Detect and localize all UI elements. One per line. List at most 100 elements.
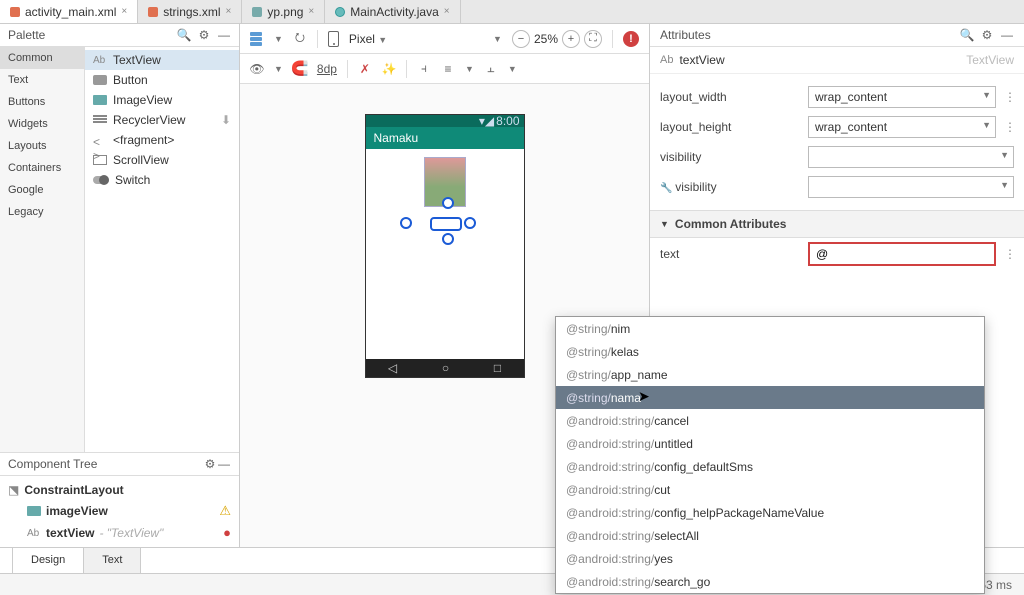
attributes-title: Attributes: [660, 28, 954, 42]
palette-category[interactable]: Google: [0, 179, 84, 201]
autocomplete-item[interactable]: @string/app_name: [556, 363, 984, 386]
infer-constraints-icon[interactable]: ✨: [382, 62, 396, 76]
close-icon[interactable]: ×: [121, 6, 127, 17]
palette-widgets: AbTextViewButtonImageViewRecyclerView⬇< …: [85, 47, 239, 452]
surface-select-icon[interactable]: [250, 32, 264, 46]
minimize-icon[interactable]: —: [217, 28, 231, 42]
palette-category[interactable]: Widgets: [0, 113, 84, 135]
attr-label: text: [660, 247, 800, 261]
gear-icon[interactable]: ⚙: [203, 457, 217, 471]
tree-node[interactable]: AbtextView - "TextView"●: [0, 522, 239, 543]
autocomplete-item[interactable]: @android:string/yes: [556, 547, 984, 570]
attr-row: visibility ▼: [650, 142, 1024, 172]
text-input[interactable]: [808, 242, 996, 266]
tree-node[interactable]: imageView⚠: [0, 500, 239, 522]
close-icon[interactable]: ×: [226, 6, 232, 17]
attributes-header: Attributes 🔍 ⚙ —: [650, 24, 1024, 47]
error-badge-icon[interactable]: !: [623, 31, 639, 47]
attr-label: 🔧 visibility: [660, 180, 800, 194]
chevron-down-icon[interactable]: ▼: [1000, 180, 1009, 190]
palette-header: Palette 🔍 ⚙ —: [0, 24, 239, 47]
tree-node[interactable]: ⬔ConstraintLayout: [0, 480, 239, 500]
chevron-down-icon: ▼: [660, 219, 669, 229]
chevron-down-icon[interactable]: ▼: [982, 90, 991, 100]
autocomplete-item[interactable]: @android:string/search_go: [556, 570, 984, 593]
chevron-down-icon[interactable]: ▼: [274, 34, 283, 44]
palette-item[interactable]: ImageView: [85, 90, 239, 110]
autocomplete-item[interactable]: @android:string/untitled: [556, 432, 984, 455]
palette-categories: CommonTextButtonsWidgetsLayoutsContainer…: [0, 47, 85, 452]
phone-content[interactable]: [366, 149, 524, 359]
autocomplete-item[interactable]: @android:string/cut: [556, 478, 984, 501]
autocomplete-item[interactable]: @android:string/cancel: [556, 409, 984, 432]
minimize-icon[interactable]: —: [1000, 28, 1014, 42]
palette-category[interactable]: Containers: [0, 157, 84, 179]
img-icon: [93, 95, 107, 105]
align-icon[interactable]: ≡: [441, 62, 455, 76]
palette-category[interactable]: Common: [0, 47, 84, 69]
palette-item[interactable]: < ><fragment>: [85, 130, 239, 150]
tab-text[interactable]: Text: [84, 547, 141, 573]
palette-title: Palette: [8, 28, 171, 42]
attr-input[interactable]: ▼: [808, 146, 1014, 168]
autocomplete-item[interactable]: @android:string/config_helpPackageNameVa…: [556, 501, 984, 524]
file-tab[interactable]: MainActivity.java×: [325, 0, 460, 23]
zoom-in-button[interactable]: +: [562, 30, 580, 48]
search-icon[interactable]: 🔍: [960, 28, 974, 42]
zoom-fit-button[interactable]: ⛶: [584, 30, 602, 48]
close-icon[interactable]: ×: [308, 6, 314, 17]
chevron-down-icon[interactable]: ▼: [1000, 150, 1009, 160]
orientation-icon[interactable]: ⭮: [293, 32, 307, 46]
close-icon[interactable]: ×: [444, 6, 450, 17]
attr-input[interactable]: wrap_content▼: [808, 86, 996, 108]
palette-item[interactable]: AbTextView: [85, 50, 239, 70]
palette-item[interactable]: Button: [85, 70, 239, 90]
autocomplete-item[interactable]: @android:string/selectAll: [556, 524, 984, 547]
default-margin[interactable]: 8dp: [317, 62, 337, 76]
more-icon[interactable]: ⋮: [1004, 120, 1014, 134]
search-icon[interactable]: 🔍: [177, 28, 191, 42]
clear-constraints-icon[interactable]: ✗: [358, 62, 372, 76]
design-toolbar: ▼ ⭮ Pixel ▼ ▼ − 25% + ⛶ !: [240, 24, 649, 54]
palette-category[interactable]: Buttons: [0, 91, 84, 113]
attr-label: layout_width: [660, 90, 800, 104]
attr-input[interactable]: ▼: [808, 176, 1014, 198]
device-selector[interactable]: Pixel ▼: [349, 32, 387, 46]
minimize-icon[interactable]: —: [217, 457, 231, 471]
error-icon[interactable]: ●: [223, 525, 231, 540]
gear-icon[interactable]: ⚙: [197, 28, 211, 42]
phone-status-bar: ▾◢8:00: [366, 115, 524, 127]
attr-label: visibility: [660, 150, 800, 164]
palette-item[interactable]: ScrollView: [85, 150, 239, 170]
editor-tabs: activity_main.xml×strings.xml×yp.png×Mai…: [0, 0, 1024, 24]
autocomplete-item[interactable]: @android:string/config_defaultSms: [556, 455, 984, 478]
gear-icon[interactable]: ⚙: [980, 28, 994, 42]
palette-category[interactable]: Legacy: [0, 201, 84, 223]
file-tab[interactable]: activity_main.xml×: [0, 0, 138, 23]
attr-input[interactable]: wrap_content▼: [808, 116, 996, 138]
warning-icon[interactable]: ⚠: [219, 503, 231, 519]
common-attributes-section[interactable]: ▼ Common Attributes: [650, 210, 1024, 238]
magnet-icon[interactable]: 🧲: [293, 62, 307, 76]
palette-category[interactable]: Text: [0, 69, 84, 91]
chevron-down-icon[interactable]: ▼: [982, 120, 991, 130]
chevron-down-icon[interactable]: ▼: [493, 34, 502, 44]
file-tab[interactable]: yp.png×: [242, 0, 325, 23]
zoom-out-button[interactable]: −: [512, 30, 530, 48]
textview-selection[interactable]: [414, 211, 462, 231]
palette-item[interactable]: Switch: [85, 170, 239, 190]
pack-icon[interactable]: ⫞: [417, 62, 431, 76]
file-tab[interactable]: strings.xml×: [138, 0, 242, 23]
download-icon[interactable]: ⬇: [221, 113, 231, 127]
guideline-icon[interactable]: ⫠: [484, 62, 498, 76]
palette-category[interactable]: Layouts: [0, 135, 84, 157]
eye-icon[interactable]: 👁: [250, 62, 264, 76]
palette-item[interactable]: RecyclerView⬇: [85, 110, 239, 130]
autocomplete-item[interactable]: @string/nama: [556, 386, 984, 409]
more-icon[interactable]: ⋮: [1004, 90, 1014, 104]
tab-design[interactable]: Design: [12, 547, 84, 573]
autocomplete-item[interactable]: @string/nim: [556, 317, 984, 340]
attr-row: layout_heightwrap_content▼⋮: [650, 112, 1024, 142]
more-icon[interactable]: ⋮: [1004, 247, 1014, 261]
autocomplete-item[interactable]: @string/kelas: [556, 340, 984, 363]
